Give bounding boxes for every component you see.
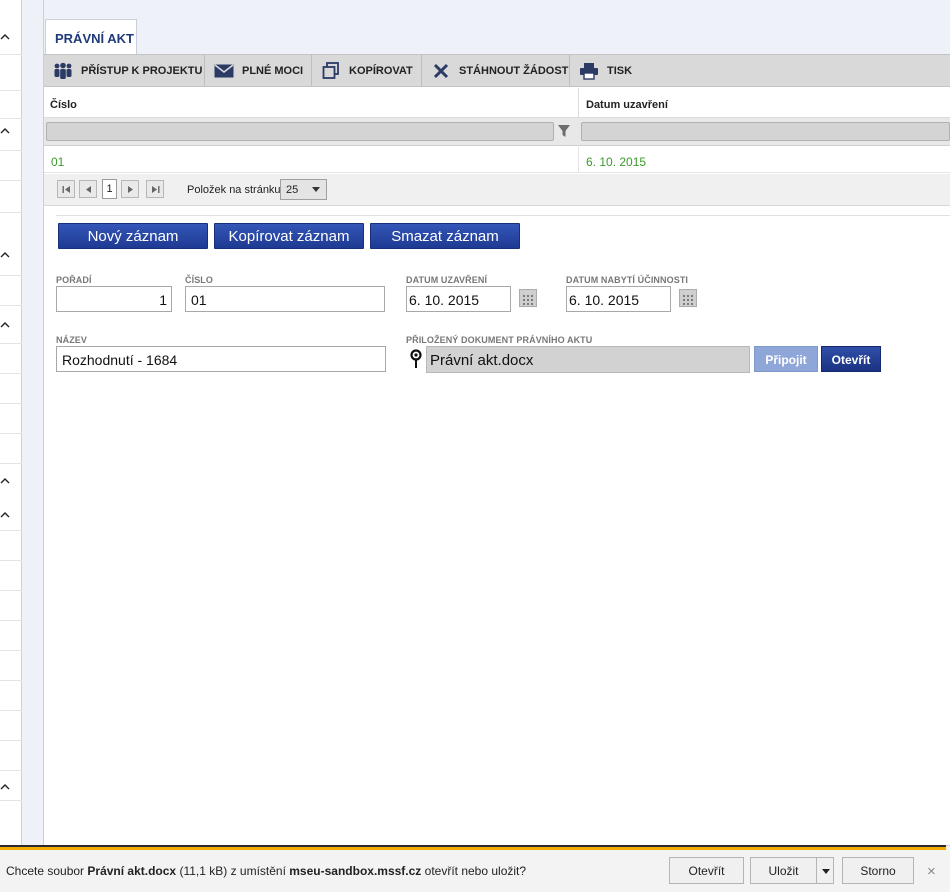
cell-cislo: 01 — [51, 155, 65, 169]
delete-record-button[interactable]: Smazat záznam — [370, 223, 520, 249]
datum-uzavreni-input[interactable]: 6. 10. 2015 — [406, 286, 511, 312]
chevron-up-icon[interactable] — [0, 320, 10, 330]
column-header-datum[interactable]: Datum uzavření — [580, 88, 668, 118]
chevron-up-icon[interactable] — [0, 250, 10, 260]
access-button[interactable]: PŘÍSTUP K PROJEKTU — [44, 55, 205, 86]
new-record-button[interactable]: Nový záznam — [58, 223, 208, 249]
chevron-up-icon[interactable] — [0, 782, 10, 792]
power-of-attorney-button[interactable]: PLNÉ MOCI — [205, 55, 312, 86]
chevron-down-icon — [312, 187, 320, 192]
download-cancel-button[interactable]: Storno — [842, 857, 914, 884]
cislo-label: ČÍSLO — [185, 275, 214, 285]
download-save-button[interactable]: Uložit — [750, 857, 817, 884]
last-page-button[interactable] — [146, 180, 164, 198]
print-button[interactable]: TISK — [570, 55, 650, 86]
column-header-cislo[interactable]: Číslo — [44, 88, 77, 118]
open-document-button[interactable]: Otevřít — [821, 346, 881, 372]
panel-gutter — [22, 0, 44, 845]
prev-page-button[interactable] — [79, 180, 97, 198]
attach-button[interactable]: Připojit — [754, 346, 818, 372]
filter-cislo-input[interactable] — [46, 122, 554, 141]
download-message: Chcete soubor Právní akt.docx (11,1 kB) … — [6, 864, 527, 878]
download-open-button[interactable]: Otevřít — [669, 857, 744, 884]
divider — [56, 215, 950, 216]
per-page-label: Položek na stránku — [187, 184, 281, 196]
calendar-icon[interactable] — [679, 289, 697, 307]
datum-ucinnosti-input[interactable]: 6. 10. 2015 — [566, 286, 671, 312]
download-bar: Chcete soubor Právní akt.docx (11,1 kB) … — [0, 845, 950, 892]
print-label: TISK — [607, 64, 633, 77]
poradi-label: POŘADÍ — [56, 275, 92, 285]
people-icon — [52, 62, 74, 80]
nazev-label: NÁZEV — [56, 335, 88, 345]
close-x-icon — [430, 62, 452, 80]
printer-icon — [578, 62, 600, 80]
table-row[interactable]: 01 6. 10. 2015 — [44, 147, 950, 173]
pin-icon — [410, 349, 422, 368]
envelope-icon — [213, 62, 235, 80]
save-options-button[interactable] — [816, 857, 834, 884]
withdraw-label: STÁHNOUT ŽÁDOST — [459, 64, 569, 77]
copy-record-button[interactable]: Kopírovat záznam — [214, 223, 364, 249]
calendar-icon[interactable] — [519, 289, 537, 307]
next-page-icon — [127, 185, 133, 193]
copy-icon — [320, 61, 342, 80]
chevron-up-icon[interactable] — [0, 476, 10, 486]
chevron-up-icon[interactable] — [0, 126, 10, 136]
download-bar-accent — [0, 845, 946, 850]
copy-button[interactable]: KOPÍROVAT — [312, 55, 422, 86]
withdraw-request-button[interactable]: STÁHNOUT ŽÁDOST — [422, 55, 570, 86]
access-label: PŘÍSTUP K PROJEKTU — [81, 64, 203, 77]
chevron-up-icon[interactable] — [0, 32, 10, 42]
dokument-label: PŘILOŽENÝ DOKUMENT PRÁVNÍHO AKTU — [406, 335, 593, 345]
chevron-up-icon[interactable] — [0, 510, 10, 520]
tab-pravni-akt[interactable]: PRÁVNÍ AKT — [45, 19, 137, 55]
main-panel: PRÁVNÍ AKT PŘÍSTUP K PROJEKTU PLNÉ MOCI … — [44, 0, 950, 845]
tab-bar: PRÁVNÍ AKT — [44, 0, 950, 55]
prev-page-icon — [85, 185, 91, 193]
cell-datum: 6. 10. 2015 — [586, 155, 647, 169]
document-file-field[interactable]: Právní akt.docx — [426, 346, 750, 373]
left-nav-strip — [0, 0, 22, 845]
per-page-select[interactable]: 25 — [280, 179, 327, 200]
filter-datum-input[interactable] — [581, 122, 950, 141]
cislo-input[interactable]: 01 — [185, 286, 385, 312]
datum-ucinnosti-label: DATUM NABYTÍ ÚČINNOSTI — [566, 275, 689, 285]
datum-uzavreni-label: DATUM UZAVŘENÍ — [406, 275, 488, 285]
filter-icon[interactable] — [557, 124, 571, 138]
poa-label: PLNÉ MOCI — [242, 64, 304, 77]
last-page-icon — [151, 185, 159, 193]
pager: 1 Položek na stránku 25 — [44, 174, 950, 206]
chevron-down-icon — [822, 869, 830, 874]
first-page-icon — [62, 185, 70, 193]
nazev-input[interactable]: Rozhodnutí - 1684 — [56, 346, 386, 372]
per-page-value: 25 — [286, 184, 299, 196]
first-page-button[interactable] — [57, 180, 75, 198]
grid-header: Číslo Datum uzavření — [44, 88, 950, 118]
close-icon[interactable]: × — [927, 863, 936, 880]
copy-label: KOPÍROVAT — [349, 64, 413, 77]
app-window: PRÁVNÍ AKT PŘÍSTUP K PROJEKTU PLNÉ MOCI … — [0, 0, 950, 892]
next-page-button[interactable] — [121, 180, 139, 198]
filter-row — [44, 118, 950, 146]
toolbar: PŘÍSTUP K PROJEKTU PLNÉ MOCI KOPÍROVAT S… — [44, 54, 950, 87]
current-page-input[interactable]: 1 — [102, 179, 117, 199]
poradi-input[interactable]: 1 — [56, 286, 172, 312]
